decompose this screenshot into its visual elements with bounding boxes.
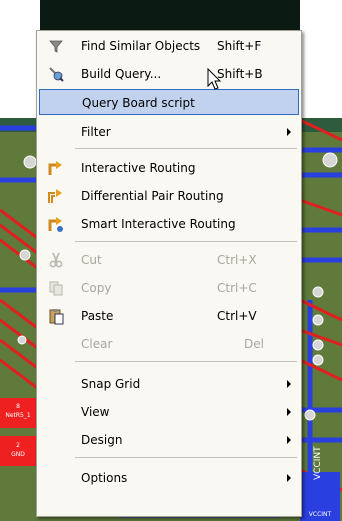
menu-item-paste[interactable]: Paste Ctrl+V: [39, 303, 299, 329]
menu-item-query-board-script[interactable]: Query Board script: [39, 89, 299, 115]
menu-item-find-similar-objects[interactable]: Find Similar Objects Shift+F: [39, 33, 299, 59]
menu-item-label: Cut: [81, 253, 102, 267]
corner-net-label: VCCINT: [309, 511, 332, 518]
submenu-arrow-icon: [287, 474, 291, 482]
menu-separator: [75, 361, 297, 362]
menu-item-shortcut: Shift+F: [217, 39, 262, 53]
menu-item-label: Differential Pair Routing: [81, 189, 224, 203]
menu-item-snap-grid[interactable]: Snap Grid: [39, 371, 299, 397]
menu-item-shortcut: Shift+B: [217, 67, 263, 81]
menu-item-design[interactable]: Design: [39, 427, 299, 453]
menu-item-smart-interactive-routing[interactable]: Smart Interactive Routing: [39, 211, 299, 237]
menu-item-differential-pair-routing[interactable]: Differential Pair Routing: [39, 183, 299, 209]
menu-item-label: Snap Grid: [81, 377, 141, 391]
submenu-arrow-icon: [287, 408, 291, 416]
menu-item-label: Filter: [81, 125, 111, 139]
menu-item-shortcut: Del: [244, 337, 264, 351]
menu-item-cut[interactable]: Cut Ctrl+X: [39, 247, 299, 273]
menu-item-label: Copy: [81, 281, 112, 295]
menu-item-options[interactable]: Options: [39, 465, 299, 491]
paste-icon: [47, 307, 65, 325]
menu-separator: [75, 457, 297, 458]
menu-separator: [75, 148, 297, 149]
diff-pair-routing-icon: [47, 187, 65, 205]
menu-item-build-query[interactable]: Build Query... Shift+B: [39, 61, 299, 87]
pad-bottom-net: GND: [11, 451, 25, 458]
query-builder-icon: [47, 65, 65, 83]
scissors-icon: [47, 251, 65, 269]
menu-item-shortcut: Ctrl+X: [217, 253, 257, 267]
routing-icon: [47, 159, 65, 177]
menu-item-interactive-routing[interactable]: Interactive Routing: [39, 155, 299, 181]
menu-item-view[interactable]: View: [39, 399, 299, 425]
vertical-net-label: VCCINT: [313, 446, 323, 480]
menu-item-label: Design: [81, 433, 123, 447]
pad-left-net: NetR5_1: [5, 412, 31, 419]
menu-item-copy[interactable]: Copy Ctrl+C: [39, 275, 299, 301]
menu-item-shortcut: Ctrl+C: [217, 281, 257, 295]
smart-routing-icon: [47, 215, 65, 233]
menu-separator: [75, 241, 297, 242]
copy-icon: [47, 279, 65, 297]
menu-item-label: Options: [81, 471, 128, 485]
submenu-arrow-icon: [287, 128, 291, 136]
menu-item-label: Interactive Routing: [81, 161, 196, 175]
menu-item-label: Query Board script: [82, 96, 195, 110]
menu-item-shortcut: Ctrl+V: [217, 309, 257, 323]
submenu-arrow-icon: [287, 380, 291, 388]
menu-item-filter[interactable]: Filter: [39, 119, 299, 145]
pad-bottom-number: 2: [16, 442, 20, 449]
menu-item-clear[interactable]: Clear Del: [39, 331, 299, 357]
menu-item-label: Paste: [81, 309, 114, 323]
context-menu: Find Similar Objects Shift+F Build Query…: [36, 30, 302, 517]
mouse-pointer-icon: [207, 68, 222, 90]
funnel-icon: [47, 37, 65, 55]
menu-item-label: Smart Interactive Routing: [81, 217, 236, 231]
menu-item-label: Clear: [81, 337, 113, 351]
menu-item-label: Find Similar Objects: [81, 39, 201, 53]
menu-item-label: Build Query...: [81, 67, 162, 81]
submenu-arrow-icon: [287, 436, 291, 444]
pad-left-number: 8: [16, 403, 20, 410]
menu-item-label: View: [81, 405, 110, 419]
